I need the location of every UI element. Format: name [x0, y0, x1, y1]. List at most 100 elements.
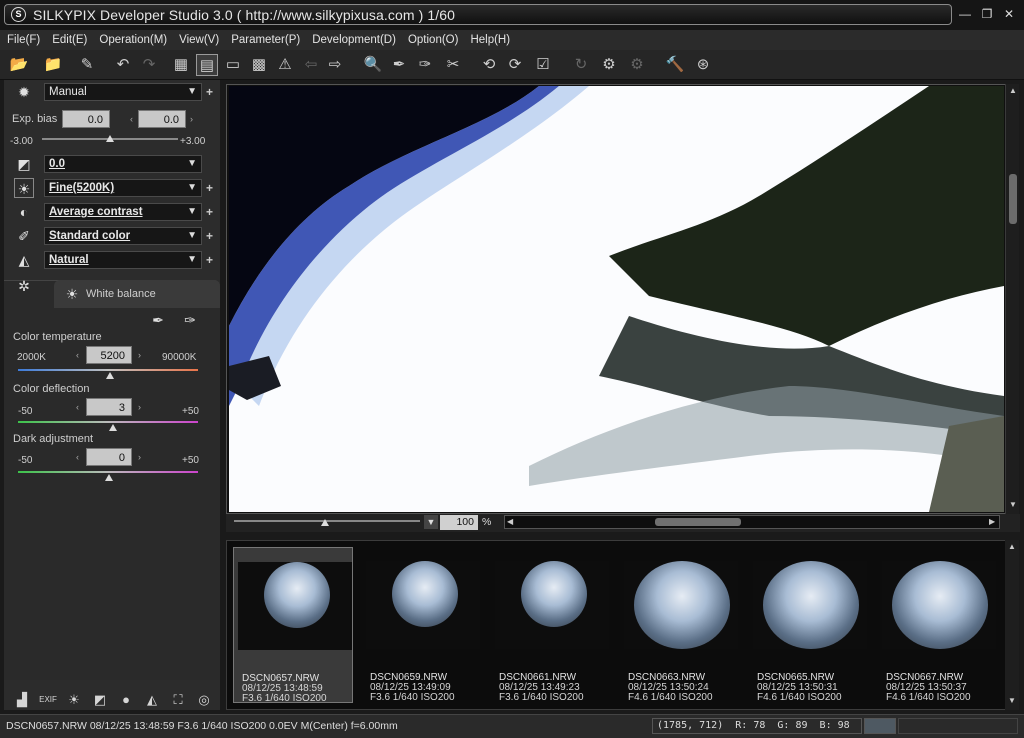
zoom-slider-thumb[interactable]: [321, 519, 329, 526]
thumbnail-view-icon[interactable]: ▦: [170, 54, 192, 76]
menu-parameter[interactable]: Parameter(P): [231, 34, 300, 46]
eyedropper-icon[interactable]: ✒: [388, 54, 410, 76]
open-file-icon[interactable]: 📁: [42, 54, 64, 76]
undo-icon[interactable]: ↶: [112, 54, 134, 76]
eyedropper-gray-icon[interactable]: ✑: [414, 54, 436, 76]
eraser-icon[interactable]: ✎: [76, 54, 98, 76]
sharpness-plus-icon[interactable]: +: [206, 254, 216, 266]
thumbnail-vscroll[interactable]: ▲ ▼: [1005, 540, 1019, 710]
open-folder-icon[interactable]: 📂: [8, 54, 30, 76]
wb-picker-icon[interactable]: ✒: [148, 310, 168, 330]
dark-input[interactable]: 0: [86, 448, 132, 466]
arrow-left-icon[interactable]: ‹: [76, 350, 79, 360]
arrow-right-icon[interactable]: ›: [138, 402, 141, 412]
menu-help[interactable]: Help(H): [470, 34, 510, 46]
scroll-down-icon[interactable]: ▼: [1009, 500, 1017, 509]
contrast-plus-icon[interactable]: +: [206, 206, 216, 218]
thumbnail-item[interactable]: DSCN0659.NRW 08/12/25 13:49:09 F3.6 1/64…: [362, 547, 482, 703]
arrow-right-icon[interactable]: ›: [138, 350, 141, 360]
dark-thumb[interactable]: [105, 474, 113, 481]
combined-view-icon[interactable]: ▤: [196, 54, 218, 76]
hscroll-thumb[interactable]: [655, 518, 741, 526]
sharpness-select[interactable]: Natural ▼: [44, 251, 202, 269]
lens-icon[interactable]: ◎: [194, 690, 214, 710]
wb-picker-gray-icon[interactable]: ✑: [180, 310, 200, 330]
fill-icon[interactable]: ◭: [142, 690, 162, 710]
grid-view-icon[interactable]: ▩: [248, 54, 270, 76]
arrow-right-icon[interactable]: ›: [190, 114, 193, 124]
sharpness-icon[interactable]: ◭: [14, 250, 34, 270]
thumbnail-item[interactable]: DSCN0667.NRW 08/12/25 13:50:37 F4.6 1/64…: [878, 547, 998, 703]
color-temp-track[interactable]: [18, 369, 198, 371]
warning-icon[interactable]: ⚠: [274, 54, 296, 76]
crop-icon[interactable]: ✂: [442, 54, 464, 76]
tone-select[interactable]: 0.0 ▼: [44, 155, 202, 173]
wb-sun-icon[interactable]: ☀: [14, 178, 34, 198]
thumbnail-item[interactable]: DSCN0665.NRW 08/12/25 13:50:31 F4.6 1/64…: [749, 547, 869, 703]
taste-plus-icon[interactable]: +: [206, 86, 216, 98]
preview-vscroll[interactable]: ▲ ▼: [1005, 84, 1019, 514]
zoom-input[interactable]: 100: [440, 515, 478, 530]
exp-bias-input[interactable]: 0.0: [62, 110, 110, 128]
deflection-thumb[interactable]: [109, 424, 117, 431]
histogram-icon[interactable]: ▟: [12, 690, 32, 710]
vscroll-thumb[interactable]: [1009, 174, 1017, 224]
develop-icon[interactable]: ⚙: [598, 54, 620, 76]
wb-plus-icon[interactable]: +: [206, 182, 216, 194]
close-icon[interactable]: ✕: [1000, 6, 1018, 22]
checkmark-icon[interactable]: ☑: [532, 54, 554, 76]
exp-bias-input-2[interactable]: 0.0: [138, 110, 186, 128]
exp-bias-thumb[interactable]: [106, 135, 114, 142]
restore-icon[interactable]: ❐: [978, 6, 996, 22]
scroll-up-icon[interactable]: ▲: [1009, 86, 1017, 95]
color-ball-icon[interactable]: ●: [116, 690, 136, 710]
arrow-left-icon[interactable]: ‹: [76, 452, 79, 462]
contrast-select[interactable]: Average contrast ▼: [44, 203, 202, 221]
color-plus-icon[interactable]: +: [206, 230, 216, 242]
color-select[interactable]: Standard color ▼: [44, 227, 202, 245]
arrow-right-icon[interactable]: ›: [138, 452, 141, 462]
deflection-input[interactable]: 3: [86, 398, 132, 416]
wb-sun-small-icon[interactable]: ☀: [64, 690, 84, 710]
hammer-icon[interactable]: 🔨: [664, 54, 686, 76]
scroll-up-icon[interactable]: ▲: [1008, 542, 1016, 551]
redo-icon[interactable]: ↷: [138, 54, 160, 76]
menu-operation[interactable]: Operation(M): [99, 34, 167, 46]
menu-file[interactable]: File(F): [7, 34, 40, 46]
color-temp-thumb[interactable]: [106, 372, 114, 379]
dark-track[interactable]: [18, 471, 198, 473]
gear-settings-icon[interactable]: ✲: [14, 276, 34, 296]
tone-curve-small-icon[interactable]: ◩: [90, 690, 110, 710]
settings-icon[interactable]: ⊛: [692, 54, 714, 76]
exif-icon[interactable]: EXIF: [38, 690, 58, 710]
crop-frame-icon[interactable]: ⛶: [168, 690, 188, 710]
preview-image[interactable]: [229, 86, 1004, 512]
rotate-left-icon[interactable]: ⟲: [478, 54, 500, 76]
menu-view[interactable]: View(V): [179, 34, 219, 46]
arrow-left-icon[interactable]: ‹: [76, 402, 79, 412]
taste-gear-icon[interactable]: ✹: [14, 82, 34, 102]
thumbnail-item[interactable]: DSCN0657.NRW 08/12/25 13:48:59 F3.6 1/64…: [233, 547, 353, 704]
minimize-icon[interactable]: —: [956, 6, 974, 22]
scroll-down-icon[interactable]: ▼: [1008, 696, 1016, 705]
zoom-icon[interactable]: 🔍: [362, 54, 384, 76]
preview-hscroll[interactable]: ◀ ▶: [504, 515, 1000, 529]
tone-curve-icon[interactable]: ◩: [14, 154, 34, 174]
wb-select[interactable]: Fine(5200K) ▼: [44, 179, 202, 197]
deflection-track[interactable]: [18, 421, 198, 423]
arrow-left-icon[interactable]: ‹: [130, 114, 133, 124]
zoom-dropdown-icon[interactable]: ▼: [424, 515, 438, 529]
menu-option[interactable]: Option(O): [408, 34, 459, 46]
thumbnail-item[interactable]: DSCN0661.NRW 08/12/25 13:49:23 F3.6 1/64…: [491, 547, 611, 703]
menu-edit[interactable]: Edit(E): [52, 34, 87, 46]
scroll-right-icon[interactable]: ▶: [989, 517, 995, 526]
scroll-left-icon[interactable]: ◀: [507, 517, 513, 526]
color-brush-icon[interactable]: ✐: [14, 226, 34, 246]
taste-select[interactable]: Manual ▼: [44, 83, 202, 101]
refresh-icon[interactable]: ↻: [570, 54, 592, 76]
rotate-right-icon[interactable]: ⟳: [504, 54, 526, 76]
preview-view-icon[interactable]: ▭: [222, 54, 244, 76]
prev-image-icon[interactable]: ⇦: [300, 54, 322, 76]
color-temp-input[interactable]: 5200: [86, 346, 132, 364]
contrast-icon[interactable]: ◐: [14, 202, 34, 222]
